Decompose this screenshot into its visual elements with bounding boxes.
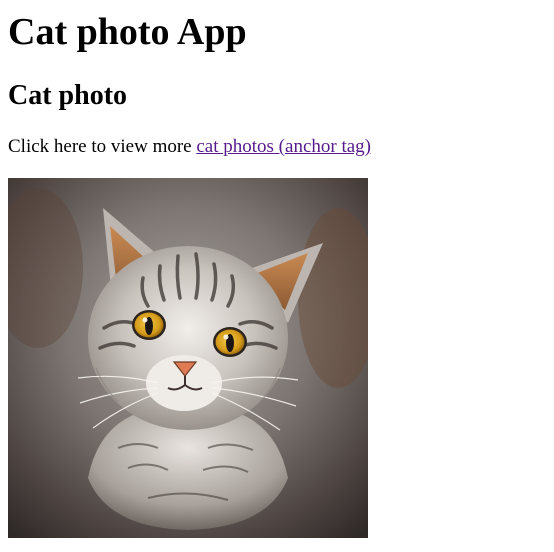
section-heading: Cat photo	[8, 80, 128, 111]
cat-illustration	[8, 178, 368, 538]
intro-paragraph: Click here to view more cat photos (anch…	[8, 135, 371, 159]
cat-image	[8, 178, 368, 538]
cat-photos-link[interactable]: cat photos (anchor tag)	[196, 136, 371, 157]
intro-text: Click here to view more	[8, 136, 197, 157]
page-title: Cat photo App	[8, 11, 247, 53]
